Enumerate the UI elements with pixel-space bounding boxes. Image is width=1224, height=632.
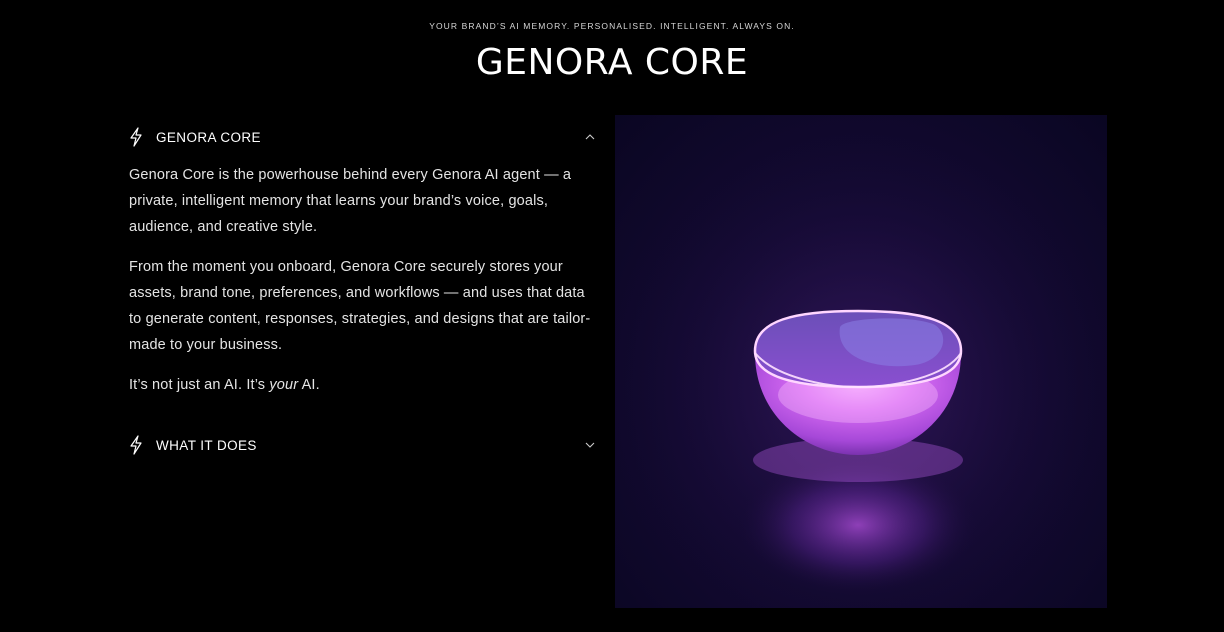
tagline: YOUR BRAND’S AI MEMORY. PERSONALISED. IN… bbox=[429, 21, 795, 31]
chevron-down-icon[interactable] bbox=[585, 440, 595, 450]
closing-line: It’s not just an AI. It’s your AI. bbox=[129, 372, 595, 398]
lightning-bolt-icon bbox=[129, 435, 143, 455]
accordion-label: GENORA CORE bbox=[156, 129, 261, 145]
accordion-item-what-it-does: WHAT IT DOES bbox=[129, 428, 595, 462]
paragraph-onboard: From the moment you onboard, Genora Core… bbox=[129, 259, 591, 353]
accordion-label: WHAT IT DOES bbox=[156, 437, 257, 453]
accordion-content: Genora Core is the powerhouse behind eve… bbox=[129, 154, 595, 398]
accordion-header-genora-core[interactable]: GENORA CORE bbox=[129, 120, 595, 154]
hero-image bbox=[615, 115, 1107, 608]
lightning-bolt-icon bbox=[129, 127, 143, 147]
paragraph-intro: Genora Core is the powerhouse behind eve… bbox=[129, 167, 572, 235]
chevron-up-icon[interactable] bbox=[585, 132, 595, 142]
accordion-item-genora-core: GENORA CORE Genora Core is the powerhous… bbox=[129, 120, 595, 412]
accordion-header-what-it-does[interactable]: WHAT IT DOES bbox=[129, 428, 595, 462]
glowing-bowl-illustration bbox=[615, 115, 1107, 608]
closing-text-start: It’s not just an AI. It’s bbox=[129, 377, 270, 393]
page-title: GENORA CORE bbox=[475, 42, 749, 83]
closing-emphasis: your bbox=[269, 377, 299, 393]
closing-text-end: AI. bbox=[298, 377, 320, 393]
